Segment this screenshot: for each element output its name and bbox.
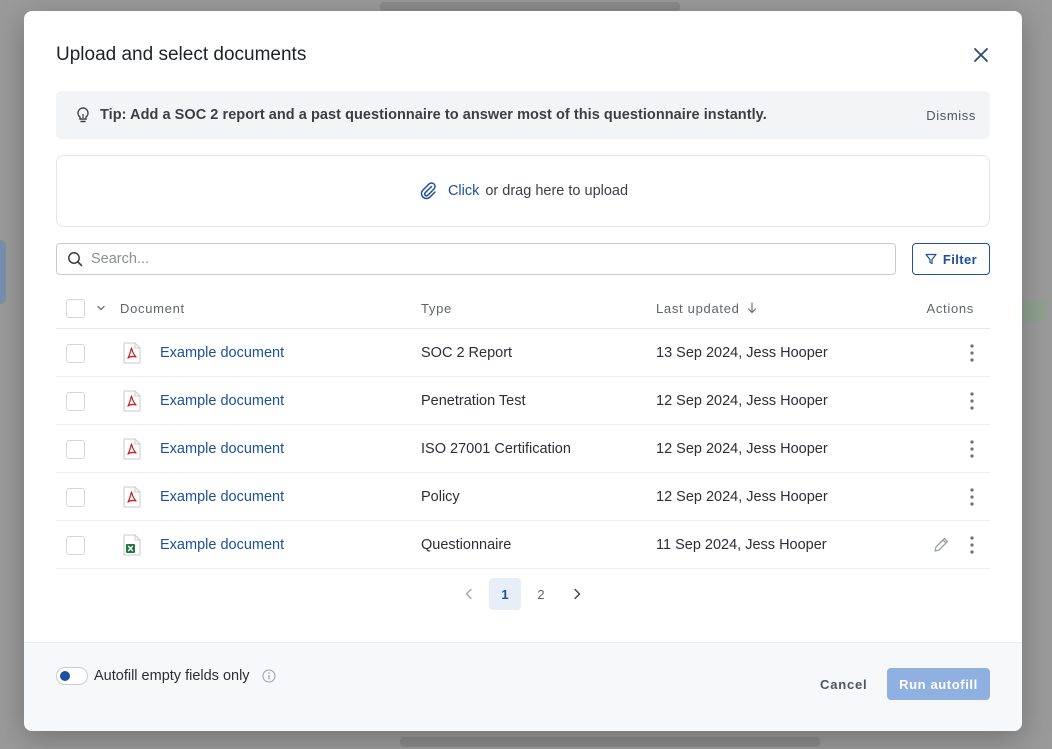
- tip-banner: Tip: Add a SOC 2 report and a past quest…: [56, 91, 990, 139]
- more-vertical-icon: [970, 440, 974, 458]
- row-actions-menu-button[interactable]: [962, 377, 982, 425]
- last-updated-value: 13 Sep 2024, Jess Hooper: [656, 345, 828, 361]
- row-actions-menu-button[interactable]: [962, 425, 982, 473]
- document-name-link[interactable]: Example document: [160, 377, 284, 425]
- backdrop-highlight: [0, 240, 6, 304]
- more-vertical-icon: [970, 536, 974, 554]
- edit-button[interactable]: [931, 521, 951, 569]
- search-icon: [68, 252, 83, 267]
- page-2-button[interactable]: 2: [525, 578, 557, 610]
- pdf-file-icon: [123, 329, 141, 377]
- row-checkbox[interactable]: [66, 487, 85, 507]
- document-type: Questionnaire: [421, 537, 512, 553]
- excel-file-icon: [123, 521, 141, 569]
- upload-dropzone[interactable]: Click or drag here to upload: [56, 155, 990, 227]
- backdrop-badge: [1018, 300, 1046, 322]
- page-1-button[interactable]: 1: [489, 578, 521, 610]
- document-name-link[interactable]: Example document: [160, 329, 284, 377]
- search-input[interactable]: [91, 245, 895, 273]
- row-checkbox-cell: [66, 377, 85, 425]
- column-header-document[interactable]: Document: [120, 287, 185, 329]
- filter-button[interactable]: Filter: [912, 243, 990, 275]
- last-updated-value: 12 Sep 2024, Jess Hooper: [656, 489, 828, 505]
- column-header-last-updated[interactable]: Last updated: [656, 287, 757, 329]
- row-checkbox[interactable]: [66, 343, 85, 363]
- document-name-link[interactable]: Example document: [160, 425, 284, 473]
- pagination: 1 2: [24, 578, 1022, 610]
- row-actions-menu-button[interactable]: [962, 473, 982, 521]
- row-checkbox-cell: [66, 473, 85, 521]
- pencil-icon: [932, 536, 950, 554]
- row-checkbox-cell: [66, 425, 85, 473]
- document-name-link[interactable]: Example document: [160, 521, 284, 569]
- pdf-file-icon: [123, 473, 141, 521]
- last-updated-value: 11 Sep 2024, Jess Hooper: [656, 537, 827, 553]
- modal-title: Upload and select documents: [56, 44, 307, 65]
- filter-label: Filter: [942, 251, 978, 267]
- chevron-down-icon: [97, 305, 105, 311]
- row-checkbox[interactable]: [66, 535, 85, 555]
- paperclip-icon: [418, 181, 438, 201]
- tip-text: Tip: Add a SOC 2 report and a past quest…: [100, 107, 767, 123]
- row-checkbox-cell: [66, 521, 85, 569]
- pdf-file-icon: [123, 377, 141, 425]
- chevron-left-icon: [465, 588, 472, 600]
- last-updated-value: 12 Sep 2024, Jess Hooper: [656, 441, 828, 457]
- modal-footer: Autofill empty fields only Cancel Run au…: [24, 642, 1022, 731]
- next-page-button[interactable]: [561, 578, 593, 610]
- info-icon[interactable]: [262, 669, 276, 683]
- table-row[interactable]: Example document ISO 27001 Certification 1…: [56, 425, 990, 473]
- more-vertical-icon: [970, 488, 974, 506]
- dismiss-button[interactable]: Dismiss: [926, 108, 976, 123]
- table-row[interactable]: Example document SOC 2 Report 13 Sep 2024,…: [56, 329, 990, 377]
- select-all-cell: [66, 287, 85, 329]
- row-checkbox[interactable]: [66, 439, 85, 459]
- previous-page-button[interactable]: [453, 578, 485, 610]
- run-autofill-button[interactable]: Run autofill: [887, 668, 990, 700]
- chevron-right-icon: [574, 588, 581, 600]
- close-button[interactable]: [970, 44, 992, 66]
- row-checkbox[interactable]: [66, 391, 85, 411]
- document-type: ISO 27001 Certification: [421, 441, 571, 457]
- table-header: Document Type Last updated Actions: [56, 287, 990, 329]
- column-header-actions: Actions: [926, 300, 974, 316]
- autofill-empty-toggle[interactable]: [56, 667, 88, 685]
- expand-all-toggle[interactable]: [96, 287, 106, 329]
- row-actions-menu-button[interactable]: [962, 521, 982, 569]
- document-name-link[interactable]: Example document: [160, 473, 284, 521]
- pdf-file-icon: [123, 425, 141, 473]
- table-row[interactable]: Example document Policy 12 Sep 2024, Jess …: [56, 473, 990, 521]
- column-header-type[interactable]: Type: [421, 287, 452, 329]
- document-type: SOC 2 Report: [421, 345, 513, 361]
- row-checkbox-cell: [66, 329, 85, 377]
- filter-icon: [925, 253, 937, 265]
- upload-hint: or drag here to upload: [485, 183, 629, 199]
- lightbulb-icon: [74, 106, 92, 124]
- more-vertical-icon: [970, 392, 974, 410]
- more-vertical-icon: [970, 344, 974, 362]
- document-type: Policy: [421, 489, 460, 505]
- row-actions-menu-button[interactable]: [962, 329, 982, 377]
- toggle-knob: [60, 671, 70, 681]
- select-all-checkbox[interactable]: [66, 298, 85, 318]
- backdrop-line: [400, 737, 820, 747]
- close-icon: [974, 48, 988, 62]
- upload-click-link[interactable]: Click: [448, 183, 479, 199]
- table-row[interactable]: Example document Penetration Test 12 Sep 2…: [56, 377, 990, 425]
- search-box: [56, 243, 896, 275]
- cancel-button[interactable]: Cancel: [820, 677, 867, 692]
- sort-descending-icon: [747, 302, 756, 314]
- last-updated-value: 12 Sep 2024, Jess Hooper: [656, 393, 828, 409]
- upload-documents-modal: Upload and select documents Tip: Add a S…: [24, 11, 1022, 731]
- table-row[interactable]: Example document Questionnaire 11 Sep 2024…: [56, 521, 990, 569]
- autofill-empty-label: Autofill empty fields only: [94, 668, 250, 684]
- last-updated-label: Last updated: [656, 300, 740, 316]
- document-type: Penetration Test: [421, 393, 526, 409]
